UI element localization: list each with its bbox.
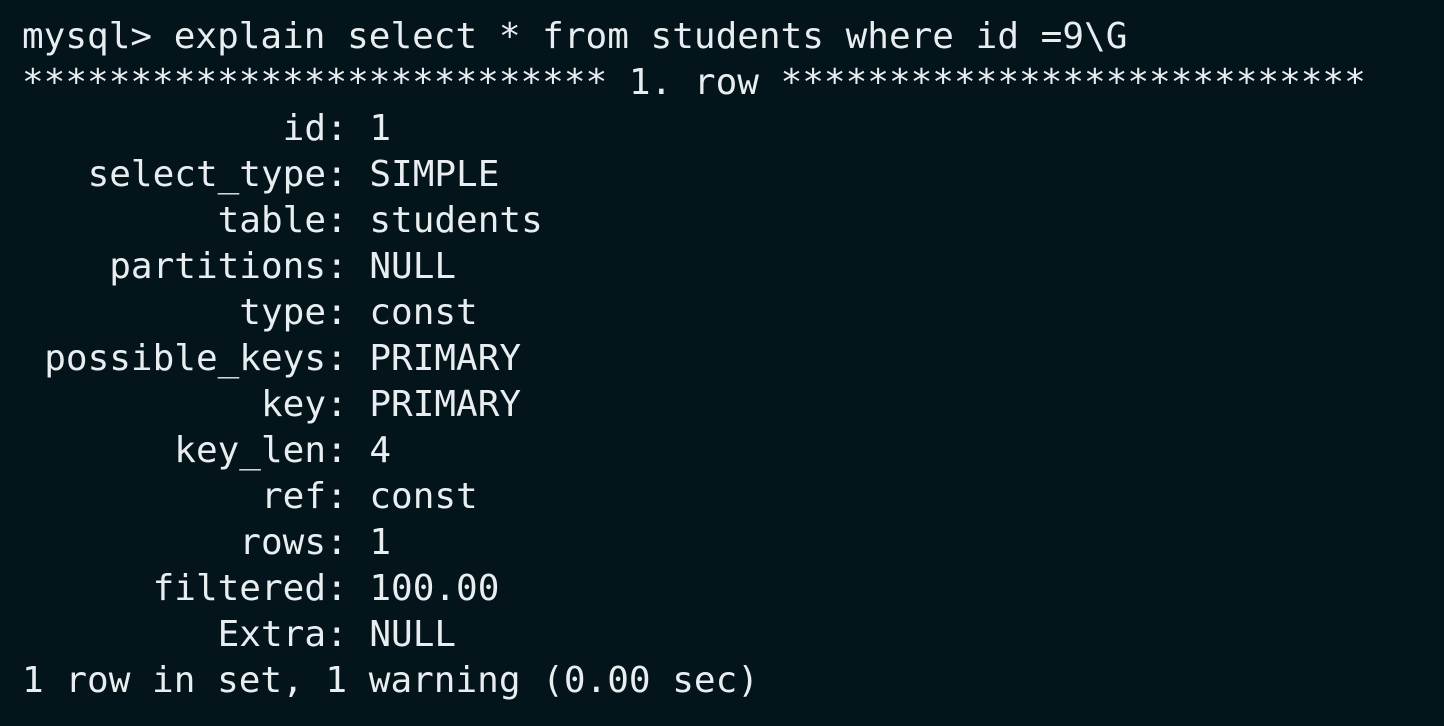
terminal-window[interactable]: mysql> explain select * from students wh… xyxy=(0,0,1444,726)
field-separator: : xyxy=(326,338,370,379)
field-value: PRIMARY xyxy=(369,338,522,379)
field-label: table xyxy=(217,200,326,241)
mysql-prompt: mysql> xyxy=(22,16,174,57)
field-value: 1 xyxy=(369,522,392,563)
field-separator: : xyxy=(326,108,370,149)
field-value: const xyxy=(369,476,478,517)
row-separator: *************************** 1. row *****… xyxy=(22,62,1366,103)
field-value: 4 xyxy=(369,430,392,471)
field-separator: : xyxy=(326,568,370,609)
field-label: select_type xyxy=(87,154,326,195)
field-label: key xyxy=(260,384,326,425)
result-field-id: id: 1 xyxy=(22,106,1444,152)
field-label: id xyxy=(282,108,326,149)
field-value: 100.00 xyxy=(369,568,500,609)
result-field-select-type: select_type: SIMPLE xyxy=(22,152,1444,198)
field-value: SIMPLE xyxy=(369,154,500,195)
field-separator: : xyxy=(326,430,370,471)
command-text: explain select * from students where id … xyxy=(173,16,1128,57)
field-separator: : xyxy=(326,614,370,655)
field-label: ref xyxy=(260,476,326,517)
result-field-key: key: PRIMARY xyxy=(22,382,1444,428)
field-value: const xyxy=(369,292,478,333)
result-field-ref: ref: const xyxy=(22,474,1444,520)
field-label: Extra xyxy=(217,614,326,655)
field-label: key_len xyxy=(174,430,326,471)
field-value: NULL xyxy=(369,246,457,287)
field-label: filtered xyxy=(152,568,326,609)
result-field-partitions: partitions: NULL xyxy=(22,244,1444,290)
field-value: NULL xyxy=(369,614,457,655)
field-separator: : xyxy=(326,200,370,241)
field-value: 1 xyxy=(369,108,392,149)
result-field-extra: Extra: NULL xyxy=(22,612,1444,658)
field-label: partitions xyxy=(109,246,326,287)
field-value: PRIMARY xyxy=(369,384,522,425)
field-separator: : xyxy=(326,246,370,287)
field-label: type xyxy=(239,292,326,333)
field-separator: : xyxy=(326,522,370,563)
result-summary: 1 row in set, 1 warning (0.00 sec) xyxy=(22,660,759,701)
field-value: students xyxy=(369,200,543,241)
field-label: rows xyxy=(239,522,326,563)
field-separator: : xyxy=(326,384,370,425)
field-separator: : xyxy=(326,292,370,333)
result-field-type: type: const xyxy=(22,290,1444,336)
result-field-filtered: filtered: 100.00 xyxy=(22,566,1444,612)
field-separator: : xyxy=(326,154,370,195)
result-field-rows: rows: 1 xyxy=(22,520,1444,566)
field-separator: : xyxy=(326,476,370,517)
result-field-possible-keys: possible_keys: PRIMARY xyxy=(22,336,1444,382)
result-field-table: table: students xyxy=(22,198,1444,244)
field-label: possible_keys xyxy=(44,338,326,379)
command-line: mysql> explain select * from students wh… xyxy=(22,14,1444,60)
result-field-key-len: key_len: 4 xyxy=(22,428,1444,474)
